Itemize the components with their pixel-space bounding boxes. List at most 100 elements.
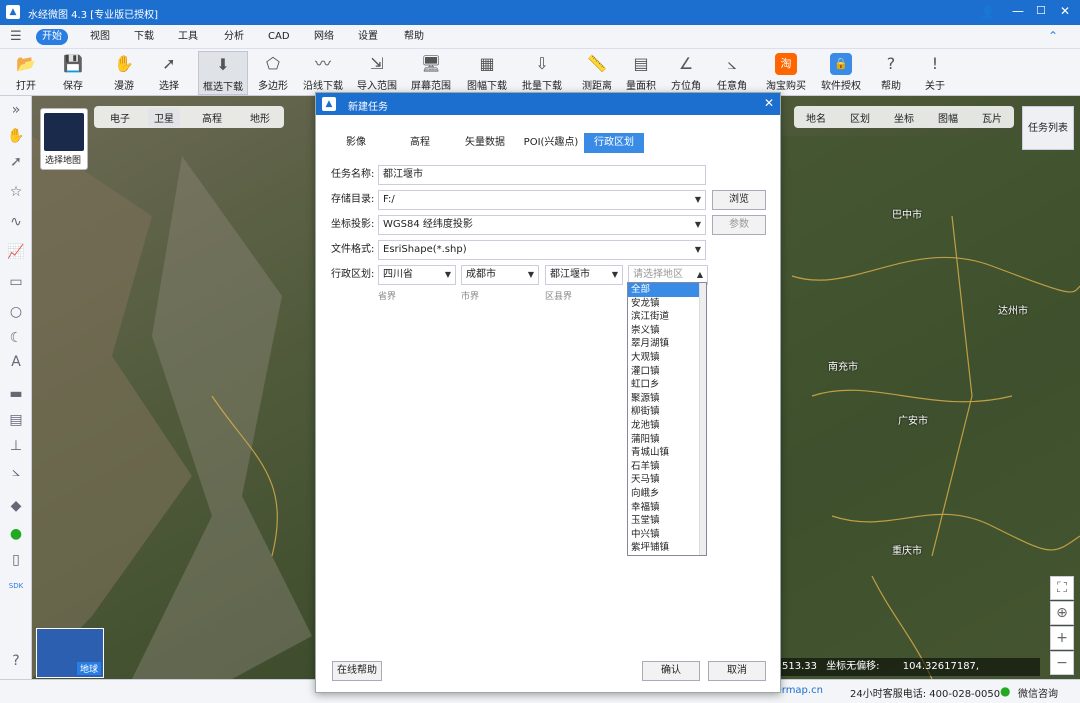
task-list-button[interactable]: 任务列表	[1022, 106, 1074, 150]
overlay-coordinates[interactable]: 坐标	[894, 110, 914, 125]
maptype-terrain[interactable]: 地形	[250, 110, 270, 125]
any-angle-button[interactable]: ⦣ 任意角	[714, 51, 750, 95]
list-item[interactable]: 虹口乡	[628, 378, 706, 392]
area-icon[interactable]: ▤	[6, 410, 26, 430]
tab-imagery[interactable]: 影像	[334, 133, 378, 153]
ruler-icon[interactable]: ▬	[6, 384, 26, 404]
list-item[interactable]: 中兴镇	[628, 528, 706, 542]
dialog-close-icon[interactable]: ✕	[764, 96, 774, 110]
cancel-button[interactable]: 取消	[708, 661, 766, 681]
maptype-elevation[interactable]: 高程	[202, 110, 222, 125]
menu-view[interactable]: 视图	[84, 29, 116, 45]
measure-area-button[interactable]: ▤ 量面积	[624, 51, 658, 95]
user-icon[interactable]: 👤	[980, 5, 995, 19]
chart-icon[interactable]: 📈	[6, 242, 26, 262]
hamburger-icon[interactable]: ☰	[10, 29, 22, 44]
list-item[interactable]: 幸福镇	[628, 501, 706, 515]
zoom-in-icon[interactable]: +	[1050, 626, 1074, 650]
list-item[interactable]: 翠月湖镇	[628, 337, 706, 351]
browse-button[interactable]: 浏览	[712, 190, 766, 210]
menu-tools[interactable]: 工具	[172, 29, 204, 45]
tab-elevation[interactable]: 高程	[398, 133, 442, 153]
menu-analysis[interactable]: 分析	[218, 29, 250, 45]
menu-settings[interactable]: 设置	[352, 29, 384, 45]
text-icon[interactable]: A	[6, 352, 26, 372]
pan-button[interactable]: ✋ 漫游	[108, 51, 140, 95]
dropdown-scrollbar[interactable]	[699, 283, 706, 555]
list-item[interactable]: 蒲阳镇	[628, 433, 706, 447]
province-select[interactable]: 四川省 ▼	[378, 265, 456, 285]
box-download-button[interactable]: ⬇ 框选下载	[198, 51, 248, 95]
measure-distance-button[interactable]: 📏 测距离	[580, 51, 614, 95]
import-range-button[interactable]: ⇲ 导入范围	[356, 51, 398, 95]
zoom-out-icon[interactable]: −	[1050, 651, 1074, 675]
file-format-select[interactable]: EsriShape(*.shp) ▼	[378, 240, 706, 260]
star-icon[interactable]: ☆	[6, 182, 26, 202]
list-item[interactable]: 崇义镇	[628, 324, 706, 338]
maptype-satellite[interactable]: 卫星	[148, 108, 180, 127]
polygon-button[interactable]: ⬠ 多边形	[256, 51, 290, 95]
help-circle-icon[interactable]: ?	[6, 651, 26, 671]
sdk-icon[interactable]: SDK	[6, 576, 26, 596]
tab-poi[interactable]: POI(兴趣点)	[520, 133, 582, 153]
list-item[interactable]: 聚源镇	[628, 392, 706, 406]
batch-download-button[interactable]: ⇩ 批量下载	[520, 51, 564, 95]
county-select[interactable]: 都江堰市 ▼	[545, 265, 623, 285]
overlay-tiles[interactable]: 瓦片	[982, 110, 1002, 125]
cursor-icon[interactable]: ➚	[6, 152, 26, 172]
minimize-icon[interactable]: —	[1012, 4, 1024, 18]
save-button[interactable]: 💾 保存	[57, 51, 89, 95]
phone-icon[interactable]: ▯	[6, 550, 26, 570]
online-help-button[interactable]: 在线帮助	[332, 661, 382, 681]
circle-icon[interactable]: ○	[6, 302, 26, 322]
overlay-regions[interactable]: 区划	[850, 110, 870, 125]
close-icon[interactable]: ✕	[1060, 4, 1070, 18]
maximize-icon[interactable]: ☐	[1036, 4, 1046, 17]
town-dropdown-list[interactable]: 全部 安龙镇 滨江街道 崇义镇 翠月湖镇 大观镇 灌口镇 虹口乡 聚源镇 柳街镇…	[627, 282, 707, 556]
globe-button[interactable]: 地球	[36, 628, 104, 678]
line-icon[interactable]: ∿	[6, 212, 26, 232]
list-item[interactable]: 向峨乡	[628, 487, 706, 501]
sheet-download-button[interactable]: ▦ 图幅下载	[464, 51, 510, 95]
azimuth-button[interactable]: ∠ 方位角	[668, 51, 704, 95]
basemap-selector[interactable]: 选择地图	[40, 108, 88, 170]
list-item[interactable]: 柳街镇	[628, 405, 706, 419]
about-button[interactable]: ! 关于	[920, 51, 950, 95]
angle-icon[interactable]: ⦣	[6, 462, 26, 482]
locate-icon[interactable]: ⊕	[1050, 601, 1074, 625]
overlay-placenames[interactable]: 地名	[806, 110, 826, 125]
list-item[interactable]: 全部	[628, 283, 706, 297]
open-button[interactable]: 📂 打开	[10, 51, 42, 95]
params-button[interactable]: 参数	[712, 215, 766, 235]
crescent-icon[interactable]: ☾	[6, 328, 26, 348]
menu-help[interactable]: 帮助	[398, 29, 430, 45]
layer-color-icon[interactable]: ◆	[6, 496, 26, 516]
list-item[interactable]: 玉堂镇	[628, 514, 706, 528]
rectangle-icon[interactable]: ▭	[6, 272, 26, 292]
list-item[interactable]: 天马镇	[628, 473, 706, 487]
storage-dir-select[interactable]: F:/▼	[378, 190, 706, 210]
software-license-button[interactable]: 🔒 软件授权	[818, 51, 864, 95]
task-name-input[interactable]: 都江堰市	[378, 165, 706, 185]
list-item[interactable]: 石羊镇	[628, 460, 706, 474]
list-item[interactable]: 大观镇	[628, 351, 706, 365]
list-item[interactable]: 紫坪铺镇	[628, 541, 706, 555]
hand-icon[interactable]: ✋	[6, 126, 26, 146]
overlay-sheets[interactable]: 图幅	[938, 110, 958, 125]
list-item[interactable]: 滨江街道	[628, 310, 706, 324]
wechat-icon[interactable]: ●	[1000, 684, 1010, 698]
expand-icon[interactable]: »	[6, 100, 26, 120]
menu-network[interactable]: 网络	[308, 29, 340, 45]
tab-vector[interactable]: 矢量数据	[458, 133, 512, 153]
menu-cad[interactable]: CAD	[262, 29, 296, 45]
help-button[interactable]: ? 帮助	[876, 51, 906, 95]
fullscreen-icon[interactable]: ⛶	[1050, 576, 1074, 600]
menu-start[interactable]: 开始	[36, 29, 68, 45]
city-select[interactable]: 成都市 ▼	[461, 265, 539, 285]
line-download-button[interactable]: 〰沿线下载	[302, 51, 344, 95]
tab-admin-division[interactable]: 行政区划	[584, 133, 644, 153]
projection-select[interactable]: WGS84 经纬度投影 ▼	[378, 215, 706, 235]
select-button[interactable]: ➚ 选择	[153, 51, 185, 95]
screen-range-button[interactable]: 🖥 屏幕范围	[410, 51, 452, 95]
list-item[interactable]: 青城山镇	[628, 446, 706, 460]
